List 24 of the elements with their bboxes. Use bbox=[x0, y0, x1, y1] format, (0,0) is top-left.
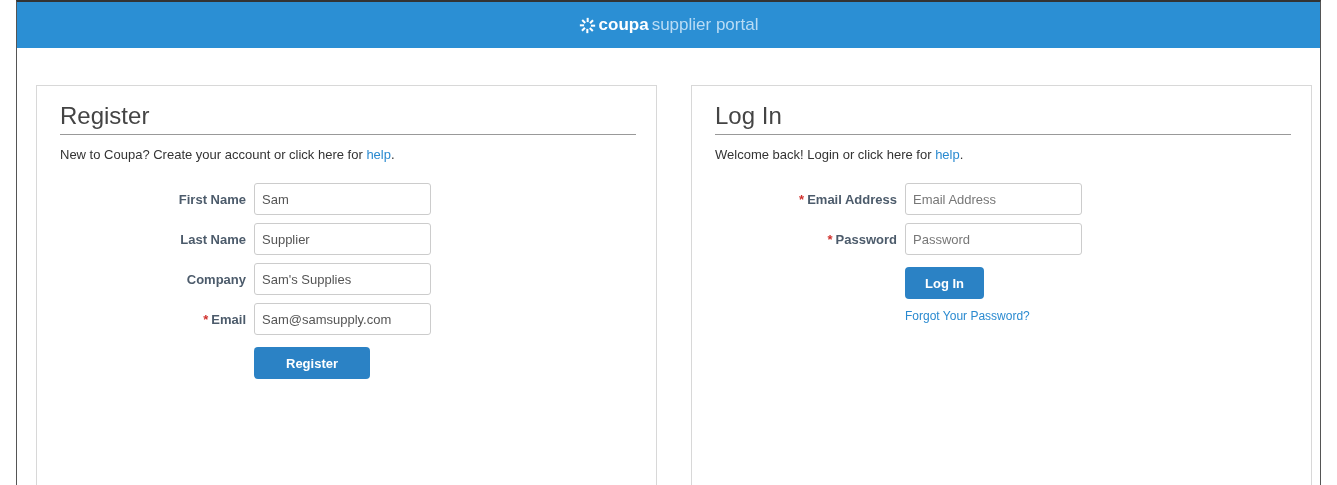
field-label: First Name bbox=[178, 191, 246, 207]
field-label: * Email Address bbox=[799, 191, 897, 207]
panel-title: Register bbox=[60, 102, 636, 135]
logo-icon bbox=[578, 16, 596, 34]
field-label: * Password bbox=[827, 231, 897, 247]
brand-name: coupa bbox=[598, 15, 649, 35]
input-field[interactable]: Email Address bbox=[905, 183, 1082, 215]
input-field[interactable]: Sam's Supplies bbox=[254, 263, 431, 295]
help-link[interactable]: help bbox=[935, 147, 960, 162]
intro-text: New to Coupa? Create your account or click here for help. bbox=[60, 147, 396, 162]
intro-text: Welcome back! Login or click here for help. bbox=[715, 147, 965, 162]
input-field[interactable]: Sam bbox=[254, 183, 431, 215]
field-label: Company bbox=[186, 271, 246, 287]
forgot-password-link[interactable]: Forgot Your Password? bbox=[905, 309, 1082, 323]
field-label: * Email bbox=[203, 311, 246, 327]
field-label: Last Name bbox=[180, 231, 246, 247]
help-link[interactable]: help bbox=[366, 147, 391, 162]
product-name: supplier portal bbox=[651, 15, 759, 35]
input-field[interactable]: Password bbox=[905, 223, 1082, 255]
submit-button[interactable]: Log In bbox=[905, 267, 984, 299]
panel-title: Log In bbox=[715, 102, 1291, 135]
input-field[interactable]: Supplier bbox=[254, 223, 431, 255]
submit-button[interactable]: Register bbox=[254, 347, 371, 379]
input-field[interactable]: Sam@samsupply.com bbox=[254, 303, 431, 335]
